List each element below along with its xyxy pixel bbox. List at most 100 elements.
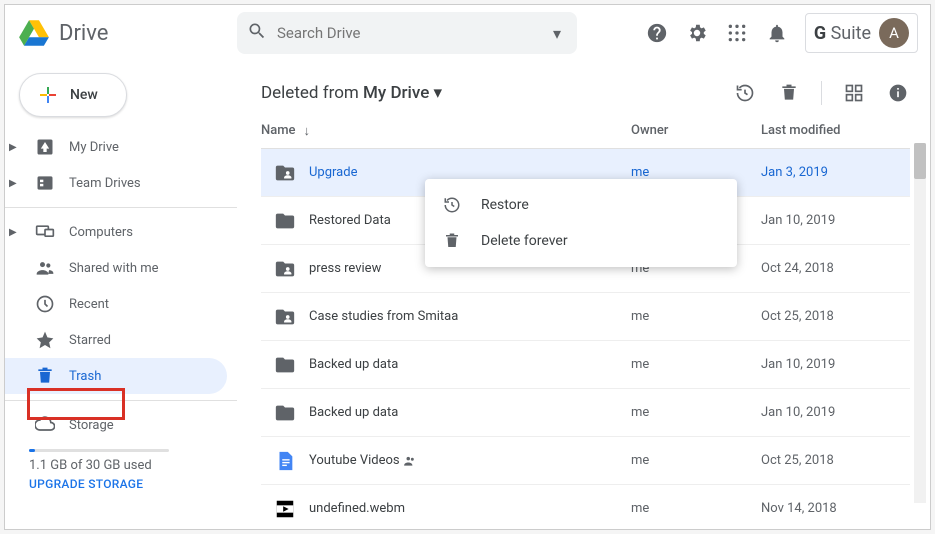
table-row[interactable]: Youtube Videos meOct 25, 2018 [261,437,910,485]
grid-view-icon[interactable] [842,81,866,105]
trash-icon [443,232,463,250]
sidebar-item-label: My Drive [69,140,119,155]
help-icon[interactable] [645,21,669,45]
file-owner: me [631,453,761,468]
file-modified: Oct 25, 2018 [761,309,910,324]
chevron-down-icon: ▾ [434,83,443,103]
menu-item-delete-forever[interactable]: Delete forever [425,223,737,259]
list-header: Name ↓ Owner Last modified [261,113,910,149]
sidebar-divider [5,400,237,401]
avatar[interactable]: A [879,18,909,48]
restore-icon [443,196,463,214]
file-name: Youtube Videos [309,453,631,468]
file-owner: me [631,357,761,372]
delete-action-icon[interactable] [777,81,801,105]
file-type-icon [261,354,309,376]
file-modified: Oct 25, 2018 [761,453,910,468]
file-type-icon [261,258,309,280]
gsuite-badge[interactable]: G Suite A [805,13,918,53]
new-button[interactable]: New [19,73,127,117]
sidebar-item-label: Recent [69,297,109,312]
starred-icon [33,328,57,352]
trash-icon [33,364,57,388]
file-modified: Nov 14, 2018 [761,501,910,516]
menu-item-restore[interactable]: Restore [425,187,737,223]
sidebar-item-team-drives[interactable]: ▶ Team Drives [5,165,227,201]
file-name: Backed up data [309,405,631,420]
sidebar-item-starred[interactable]: Starred [5,322,227,358]
table-row[interactable]: undefined.webmmeNov 14, 2018 [261,485,910,530]
menu-item-label: Restore [481,197,529,213]
restore-action-icon[interactable] [733,81,757,105]
file-type-icon [261,210,309,232]
new-button-label: New [70,87,98,103]
col-name-label[interactable]: Name [261,123,296,138]
file-name: Case studies from Smitaa [309,309,631,324]
sidebar-item-computers[interactable]: ▶ Computers [5,214,227,250]
separator [821,81,822,105]
file-name: Backed up data [309,357,631,372]
team-drives-icon [33,171,57,195]
sidebar-item-storage[interactable]: Storage [5,407,227,443]
file-type-icon [261,162,309,184]
sort-arrow-icon[interactable]: ↓ [304,123,311,139]
table-row[interactable]: Backed up datameJan 10, 2019 [261,389,910,437]
file-type-icon [261,402,309,424]
file-name: undefined.webm [309,501,631,516]
sidebar-item-label: Storage [69,418,114,433]
sidebar-item-shared[interactable]: Shared with me [5,250,227,286]
notifications-icon[interactable] [765,21,789,45]
file-modified: Jan 10, 2019 [761,213,910,228]
storage-bar [29,449,169,452]
storage-used-text: 1.1 GB of 30 GB used [29,458,237,473]
file-modified: Jan 10, 2019 [761,357,910,372]
sidebar-item-label: Computers [69,225,133,240]
sidebar-item-label: Shared with me [69,261,159,276]
my-drive-icon [33,135,57,159]
gsuite-label: G Suite [814,23,871,44]
file-owner: me [631,501,761,516]
table-row[interactable]: Backed up datameJan 10, 2019 [261,341,910,389]
file-name: Upgrade [309,165,631,180]
sidebar-item-label: Trash [69,369,101,384]
scrollbar[interactable] [914,143,926,503]
search-box[interactable]: ▾ [237,12,577,54]
search-icon [245,21,269,45]
menu-item-label: Delete forever [481,233,568,249]
upgrade-storage-link[interactable]: UPGRADE STORAGE [29,477,237,491]
location-breadcrumb[interactable]: Deleted from My Drive ▾ [261,83,442,103]
recent-icon [33,292,57,316]
sidebar-item-label: Team Drives [69,176,141,191]
plus-icon [36,83,60,107]
sidebar: New ▶ My Drive ▶ Team Drives ▶ Computers… [5,61,237,529]
sidebar-divider [5,207,237,208]
sidebar-item-recent[interactable]: Recent [5,286,227,322]
file-modified: Oct 24, 2018 [761,261,910,276]
table-row[interactable]: Case studies from SmitaameOct 25, 2018 [261,293,910,341]
storage-icon [33,413,57,437]
context-menu: Restore Delete forever [425,179,737,267]
file-modified: Jan 3, 2019 [761,165,910,180]
settings-gear-icon[interactable] [685,21,709,45]
file-owner: me [631,309,761,324]
sidebar-item-label: Starred [69,333,111,348]
search-input[interactable] [269,24,545,42]
drive-logo[interactable]: Drive [17,16,237,50]
file-modified: Jan 10, 2019 [761,405,910,420]
apps-grid-icon[interactable] [725,21,749,45]
file-type-icon [261,306,309,328]
col-owner-label[interactable]: Owner [631,123,761,138]
sidebar-item-my-drive[interactable]: ▶ My Drive [5,129,227,165]
info-icon[interactable] [886,81,910,105]
file-type-icon [261,450,309,472]
file-type-icon [261,498,309,520]
search-dropdown-caret[interactable]: ▾ [545,24,569,43]
shared-icon [33,256,57,280]
file-owner: me [631,165,761,180]
computers-icon [33,220,57,244]
google-drive-icon [17,16,51,50]
file-owner: me [631,405,761,420]
col-modified-label[interactable]: Last modified [761,123,910,138]
app-name: Drive [59,21,108,46]
sidebar-item-trash[interactable]: Trash [5,358,227,394]
